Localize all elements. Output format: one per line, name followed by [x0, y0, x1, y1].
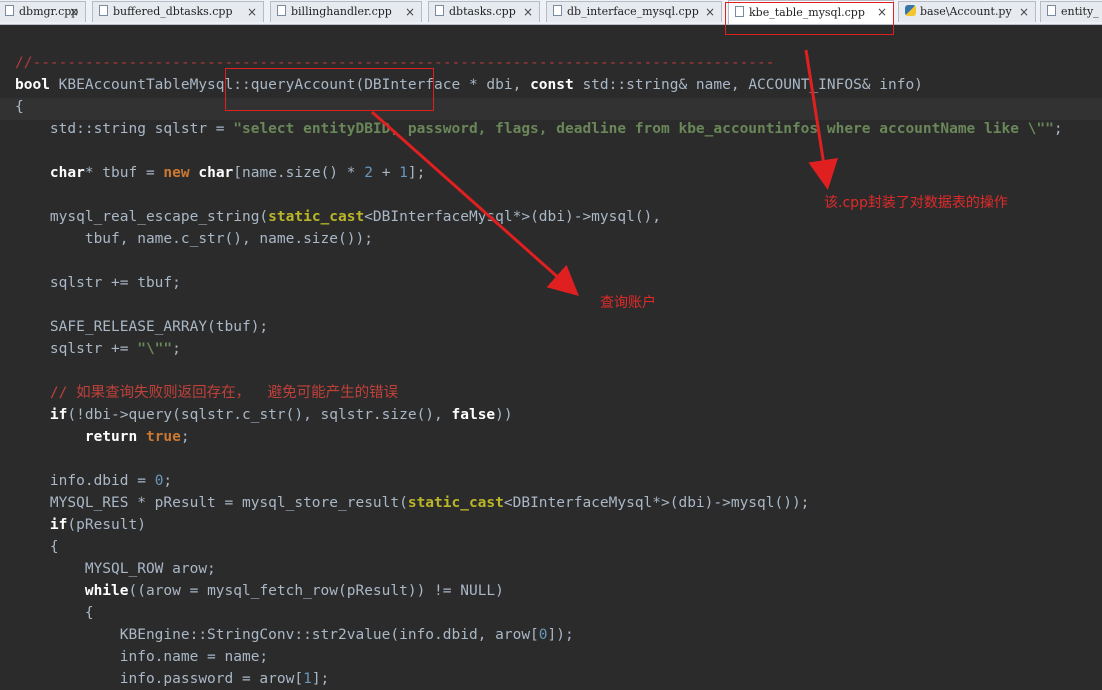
close-icon[interactable]: ×: [247, 2, 257, 22]
tab-billinghandler[interactable]: billinghandler.cpp ×: [270, 1, 422, 22]
python-file-icon: [905, 5, 916, 16]
code-line-str2value: KBEngine::StringConv::str2value(info.dbi…: [15, 627, 574, 643]
code-line-append-quote: sqlstr += "\"";: [15, 341, 181, 357]
tab-entity[interactable]: entity_: [1040, 1, 1102, 22]
tab-buffered-dbtasks[interactable]: buffered_dbtasks.cpp ×: [92, 1, 264, 22]
tab-label: billinghandler.cpp: [291, 5, 392, 18]
tab-label: db_interface_mysql.cpp: [567, 5, 699, 18]
code-editor[interactable]: //--------------------------------------…: [0, 25, 1102, 687]
code-line: MYSQL_ROW arow;: [15, 561, 216, 577]
file-icon: [277, 5, 286, 16]
code-line: {: [15, 539, 59, 555]
code-line-sql-string: std::string sqlstr = "select entityDBID,…: [15, 121, 1063, 137]
code-line: {: [15, 99, 24, 115]
close-icon[interactable]: ×: [405, 2, 415, 22]
close-icon[interactable]: ×: [1019, 2, 1029, 22]
annotation-box-active-tab: [725, 2, 894, 35]
code-line-function-signature: bool KBEAccountTableMysql::queryAccount(…: [15, 77, 923, 93]
code-line: tbuf, name.c_str(), name.size());: [15, 231, 373, 247]
close-icon[interactable]: ×: [523, 2, 533, 22]
code-comment: // 如果查询失败则返回存在， 避免可能产生的错误: [15, 385, 399, 401]
tab-label: base\Account.py: [920, 5, 1012, 18]
code-line-return: return true;: [84, 429, 190, 445]
tab-label: buffered_dbtasks.cpp: [113, 5, 233, 18]
code-line-password: info.password = arow[1];: [15, 671, 330, 687]
annotation-cpp-note: 该.cpp封装了对数据表的操作: [824, 195, 1008, 211]
tab-dbtasks[interactable]: dbtasks.cpp ×: [428, 1, 540, 22]
code-line-escape-string: mysql_real_escape_string(static_cast<DBI…: [15, 209, 662, 225]
tab-base-account-py[interactable]: base\Account.py ×: [898, 1, 1036, 22]
annotation-box-query-account: [225, 68, 434, 111]
code-line: SAFE_RELEASE_ARRAY(tbuf);: [15, 319, 269, 335]
code-line: {: [15, 605, 94, 621]
code-line-store-result: MYSQL_RES * pResult = mysql_store_result…: [15, 495, 810, 511]
tab-label: dbtasks.cpp: [449, 5, 516, 18]
current-line-highlight: [0, 98, 1102, 120]
close-icon[interactable]: ×: [705, 2, 715, 22]
tab-db-interface-mysql[interactable]: db_interface_mysql.cpp ×: [546, 1, 722, 22]
code-line-query-check: if(!dbi->query(sqlstr.c_str(), sqlstr.si…: [49, 407, 513, 423]
close-icon[interactable]: ×: [69, 2, 79, 22]
file-icon: [553, 5, 562, 16]
file-icon: [435, 5, 444, 16]
code-line: info.name = name;: [15, 649, 269, 665]
code-line-dbid: info.dbid = 0;: [15, 473, 173, 489]
file-icon: [5, 5, 14, 16]
code-line: sqlstr += tbuf;: [15, 275, 181, 291]
tab-label: entity_: [1061, 5, 1099, 18]
code-line-while: while((arow = mysql_fetch_row(pResult)) …: [84, 583, 504, 599]
tab-dbmgr[interactable]: dbmgr.cpp ×: [0, 1, 86, 22]
file-icon: [1047, 5, 1056, 16]
code-line-if-result: if(pResult): [49, 517, 146, 533]
file-icon: [99, 5, 108, 16]
editor-tab-bar: dbmgr.cpp × buffered_dbtasks.cpp × billi…: [0, 0, 1102, 25]
code-line-tbuf-alloc: char* tbuf = new char[name.size() * 2 + …: [15, 165, 426, 181]
annotation-query-account-note: 查询账户: [600, 295, 656, 311]
